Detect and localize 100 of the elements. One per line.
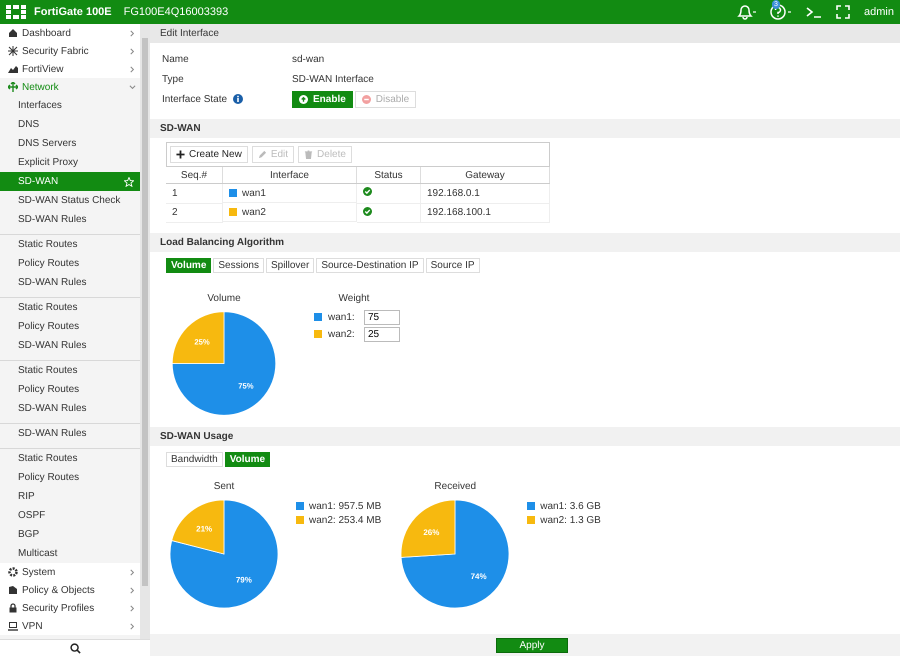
nav-subitem[interactable]: Policy Routes bbox=[0, 254, 140, 273]
nav-subitem[interactable]: SD-WAN Rules bbox=[0, 336, 140, 355]
table-cell: wan1 bbox=[242, 188, 266, 198]
slice-label: 79% bbox=[236, 575, 252, 584]
nav-subitem[interactable]: SD-WAN Status Check bbox=[0, 191, 140, 210]
chevron-down-icon bbox=[129, 84, 136, 90]
trash-icon bbox=[304, 150, 314, 159]
bell-icon[interactable] bbox=[736, 4, 756, 20]
nav-item[interactable]: Policy & Objects bbox=[0, 581, 140, 599]
slice-label: 74% bbox=[470, 572, 487, 581]
chevron-right-icon bbox=[129, 30, 136, 36]
nav-item[interactable]: Security Profiles bbox=[0, 599, 140, 617]
chevron-right-icon bbox=[129, 622, 136, 630]
nav-subitem[interactable]: OSPF bbox=[0, 506, 140, 525]
legend-label: wan2: 253.4 MB bbox=[309, 514, 382, 526]
legend-label: wan1: 957.5 MB bbox=[309, 500, 382, 512]
nav-item[interactable]: VPN bbox=[0, 617, 140, 635]
nav-subitem[interactable]: Interfaces bbox=[0, 96, 140, 115]
state-toggle[interactable]: Enable bbox=[292, 90, 353, 108]
slice-label: 26% bbox=[424, 527, 440, 536]
weight-title: Weight bbox=[338, 292, 370, 304]
table-cell: 1 bbox=[166, 184, 222, 203]
nav-subitem[interactable]: SD-WAN bbox=[0, 172, 140, 191]
chevron-right-icon bbox=[129, 604, 136, 612]
page-title: Edit Interface bbox=[160, 28, 219, 39]
minus-icon bbox=[362, 94, 371, 104]
nav-subitem[interactable]: Multicast bbox=[0, 544, 140, 563]
field-label: Name bbox=[162, 54, 189, 64]
field-value: SD-WAN Interface bbox=[292, 74, 374, 84]
scrollbar[interactable] bbox=[140, 24, 150, 639]
user-menu[interactable]: admin bbox=[864, 6, 894, 18]
nav-subitem[interactable]: BGP bbox=[0, 525, 140, 544]
plus-icon bbox=[176, 150, 185, 159]
chart-title: Sent bbox=[214, 480, 234, 492]
info-icon[interactable] bbox=[233, 94, 244, 104]
tab[interactable]: Spillover bbox=[266, 258, 314, 272]
serial-number: FG100E4Q16003393 bbox=[124, 6, 228, 18]
nav-subitem[interactable]: Explicit Proxy bbox=[0, 153, 140, 172]
nav-subitem[interactable]: SD-WAN Rules bbox=[0, 399, 140, 418]
nav-subitem[interactable]: Policy Routes bbox=[0, 317, 140, 336]
up-arrow-icon bbox=[299, 94, 308, 104]
laptop-icon bbox=[8, 621, 18, 631]
slice-label: 21% bbox=[196, 524, 212, 533]
gear-icon bbox=[8, 567, 18, 577]
tab[interactable]: Source IP bbox=[426, 258, 480, 272]
table-cell: 192.168.100.1 bbox=[420, 203, 550, 222]
field-label: Type bbox=[162, 74, 184, 84]
column-header[interactable]: Gateway bbox=[420, 167, 550, 184]
chevron-right-icon bbox=[129, 66, 136, 72]
chevron-right-icon bbox=[129, 586, 136, 594]
section-title: Load Balancing Algorithm bbox=[160, 236, 284, 248]
nav-item[interactable]: Dashboard bbox=[0, 24, 140, 42]
nav-subitem[interactable]: SD-WAN Rules bbox=[0, 210, 140, 229]
tab[interactable]: Bandwidth bbox=[166, 452, 223, 466]
chart-title: Volume bbox=[207, 292, 241, 304]
apply-button[interactable]: Apply bbox=[496, 638, 568, 652]
field-label: Interface State bbox=[162, 94, 228, 104]
weight-label: wan2: bbox=[328, 328, 356, 340]
product-name: FortiGate 100E bbox=[34, 6, 112, 18]
fullscreen-icon[interactable] bbox=[836, 5, 850, 19]
nav-subitem[interactable]: SD-WAN Rules bbox=[0, 273, 140, 292]
tab[interactable]: Volume bbox=[166, 258, 212, 272]
network-icon bbox=[8, 82, 18, 92]
chart-title: Received bbox=[434, 480, 476, 492]
tab[interactable]: Sessions bbox=[213, 258, 264, 272]
nav-subitem[interactable]: DNS Servers bbox=[0, 134, 140, 153]
weight-label: wan1: bbox=[328, 312, 356, 322]
lock-icon bbox=[8, 603, 18, 613]
pencil-icon bbox=[258, 150, 267, 159]
toolbar-button[interactable]: Create New bbox=[170, 146, 248, 163]
chevron-right-icon bbox=[129, 48, 136, 54]
tab[interactable]: Source-Destination IP bbox=[316, 258, 424, 272]
section-title: SD-WAN bbox=[160, 123, 201, 134]
nav-item[interactable]: Security Fabric bbox=[0, 42, 140, 60]
console-icon[interactable] bbox=[806, 5, 822, 19]
weight-input[interactable]: 25 bbox=[364, 326, 400, 342]
column-header[interactable]: Interface bbox=[222, 167, 356, 184]
nav-subitem[interactable]: Policy Routes bbox=[0, 468, 140, 487]
column-header[interactable]: Seq.# bbox=[166, 167, 222, 184]
nav-item[interactable]: FortiView bbox=[0, 60, 140, 78]
legend-label: wan2: 1.3 GB bbox=[540, 514, 601, 526]
nav-subitem[interactable]: DNS bbox=[0, 115, 140, 134]
chevron-right-icon bbox=[129, 568, 136, 576]
search-icon[interactable] bbox=[70, 642, 80, 654]
legend-label: wan1: 3.6 GB bbox=[540, 500, 601, 512]
dashboard-icon bbox=[8, 28, 18, 38]
chart-icon bbox=[8, 64, 18, 74]
slice-label: 75% bbox=[238, 380, 254, 390]
star-icon[interactable] bbox=[124, 176, 134, 186]
tab[interactable]: Volume bbox=[224, 452, 270, 466]
nav-item[interactable]: System bbox=[0, 563, 140, 581]
field-value: sd-wan bbox=[292, 54, 324, 64]
section-title: SD-WAN Usage bbox=[160, 430, 234, 442]
fabric-icon bbox=[8, 46, 18, 56]
weight-input[interactable]: 75 bbox=[364, 310, 400, 324]
nav-subitem[interactable]: Policy Routes bbox=[0, 380, 140, 399]
column-header[interactable]: Status bbox=[356, 167, 420, 184]
table-cell: wan2 bbox=[242, 206, 266, 218]
nav-subitem[interactable]: RIP bbox=[0, 487, 140, 506]
table-cell: 2 bbox=[166, 203, 222, 222]
